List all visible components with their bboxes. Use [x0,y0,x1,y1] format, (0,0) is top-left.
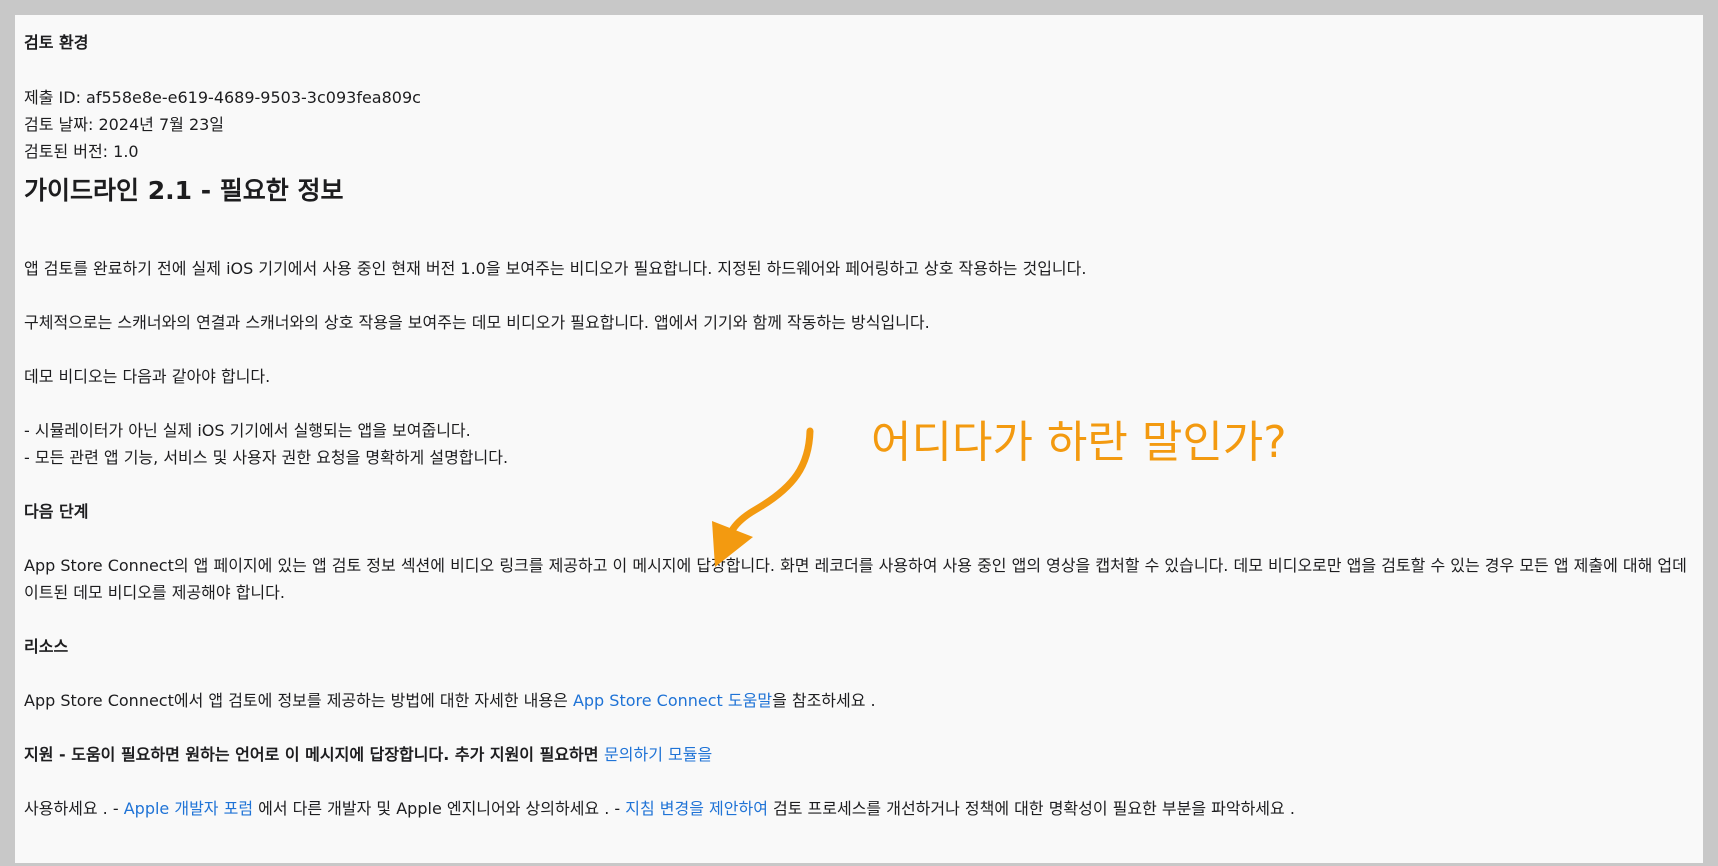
message-body: 검토 환경 제출 ID: af558e8e-e619-4689-9503-3c0… [24,29,1694,822]
resources-heading: 리소스 [24,637,69,656]
next-steps-heading: 다음 단계 [24,502,89,521]
annotation-text: 어디다가 하란 말인가? [871,417,1287,468]
annotation-arrow-icon [712,427,814,567]
review-date: 검토 날짜: 2024년 7월 23일 [24,115,225,134]
guideline-title: 가이드라인 2.1 - 필요한 정보 [24,176,344,205]
support-text-end: 검토 프로세스를 개선하거나 정책에 대한 명확성이 필요한 부분을 파악하세요… [767,799,1295,818]
guideline-para-2: 구체적으로는 스캐너와의 연결과 스캐너와의 상호 작용을 보여주는 데모 비디… [24,313,930,332]
guideline-bullet-1: - 시뮬레이터가 아닌 실제 iOS 기기에서 실행되는 앱을 보여줍니다. [24,421,471,440]
suggest-guideline-change-link[interactable]: 지침 변경을 제안하여 [625,799,768,818]
guideline-para-1: 앱 검토를 완료하기 전에 실제 iOS 기기에서 사용 중인 현재 버전 1.… [24,259,1087,278]
developer-forum-link[interactable]: Apple 개발자 포럼 [124,799,253,818]
app-store-connect-help-link[interactable]: App Store Connect 도움말 [573,691,772,710]
support-bold-text: 지원 - 도움이 필요하면 원하는 언어로 이 메시지에 답장합니다. 추가 지… [24,745,605,764]
submission-id: 제출 ID: af558e8e-e619-4689-9503-3c093fea8… [24,88,421,107]
resources-line: App Store Connect에서 앱 검토에 정보를 제공하는 방법에 대… [24,687,1694,714]
guideline-para-3: 데모 비디오는 다음과 같아야 합니다. [24,367,271,386]
message-panel: 검토 환경 제출 ID: af558e8e-e619-4689-9503-3c0… [15,15,1703,863]
support-line-2: 사용하세요 . - Apple 개발자 포럼 에서 다른 개발자 및 Apple… [24,795,1694,822]
contact-module-link[interactable]: 문의하기 모듈을 [604,745,712,764]
support-text-mid: 에서 다른 개발자 및 Apple 엔지니어와 상의하세요 . - [253,799,626,818]
resources-text-after: 을 참조하세요 . [772,691,876,710]
resources-text-before: App Store Connect에서 앱 검토에 정보를 제공하는 방법에 대… [24,691,573,710]
next-steps-body: App Store Connect의 앱 페이지에 있는 앱 검토 정보 섹션에… [24,556,1687,602]
support-text-start: 사용하세요 . - [24,799,124,818]
guideline-bullet-2: - 모든 관련 앱 기능, 서비스 및 사용자 권한 요청을 명확하게 설명합니… [24,448,509,467]
support-line-1: 지원 - 도움이 필요하면 원하는 언어로 이 메시지에 답장합니다. 추가 지… [24,741,1694,768]
reviewed-version: 검토된 버전: 1.0 [24,142,139,161]
review-env-heading: 검토 환경 [24,33,89,52]
